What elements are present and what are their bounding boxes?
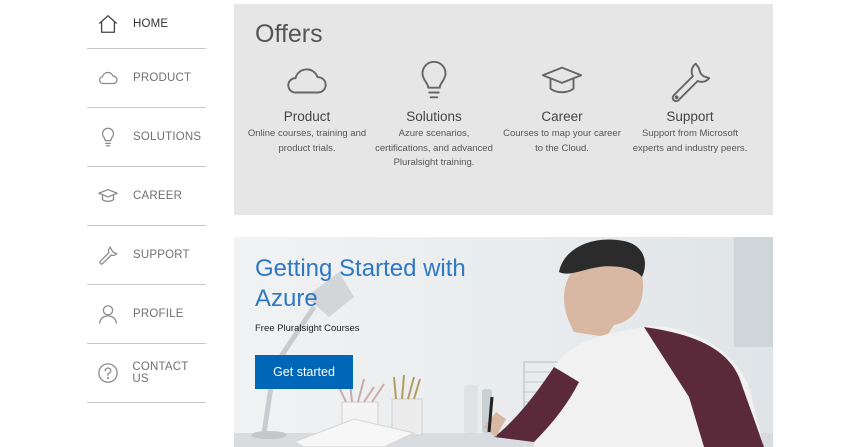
offer-name: Product xyxy=(283,109,331,124)
graduation-cap-icon xyxy=(96,184,120,208)
nav-item-label: PRODUCT xyxy=(133,72,192,84)
offers-title: Offers xyxy=(255,20,323,48)
nav-item-profile[interactable]: PROFILE xyxy=(87,285,206,344)
nav-item-solutions[interactable]: SOLUTIONS xyxy=(87,108,206,167)
nav-item-contact-us[interactable]: CONTACT US xyxy=(87,344,206,403)
offer-description: Azure scenarios, certifications, and adv… xyxy=(375,128,493,169)
home-icon xyxy=(96,12,120,36)
offer-name: Career xyxy=(541,109,583,124)
wrench-icon xyxy=(630,56,750,106)
cloud-icon xyxy=(96,66,120,90)
nav-item-label: HOME xyxy=(133,18,169,30)
offers-panel: Offers Product Online courses, training … xyxy=(234,4,773,215)
question-icon xyxy=(96,361,119,385)
offer-career[interactable]: Career Courses to map your career to the… xyxy=(502,56,622,156)
offer-support[interactable]: Support Support from Microsoft experts a… xyxy=(630,56,750,156)
nav-item-home[interactable]: HOME xyxy=(87,0,206,49)
nav-item-label: CONTACT US xyxy=(132,361,189,385)
offer-solutions[interactable]: Solutions Azure scenarios, certification… xyxy=(374,56,494,171)
hero-banner: Getting Started with Azure Free Pluralsi… xyxy=(234,237,773,447)
offer-description: Courses to map your career to the Cloud. xyxy=(503,128,621,154)
sidebar-nav: HOME PRODUCT SOLUTIONS CAREER SUPPORT PR… xyxy=(87,0,206,403)
nav-item-product[interactable]: PRODUCT xyxy=(87,49,206,108)
hero-title: Getting Started with Azure xyxy=(255,255,466,312)
nav-item-label: PROFILE xyxy=(133,308,184,320)
nav-item-label: SUPPORT xyxy=(133,249,190,261)
cloud-icon xyxy=(247,56,367,106)
offer-name: Solutions xyxy=(406,109,462,124)
nav-item-career[interactable]: CAREER xyxy=(87,167,206,226)
lightbulb-icon xyxy=(96,125,120,149)
offer-product[interactable]: Product Online courses, training and pro… xyxy=(247,56,367,156)
offer-description: Support from Microsoft experts and indus… xyxy=(632,128,748,154)
hero-subtitle: Free Pluralsight Courses xyxy=(255,323,360,334)
lightbulb-icon xyxy=(374,56,494,106)
offer-name: Support xyxy=(666,109,714,124)
get-started-button[interactable]: Get started xyxy=(255,355,353,389)
nav-item-support[interactable]: SUPPORT xyxy=(87,226,206,285)
nav-item-label: SOLUTIONS xyxy=(133,131,202,143)
wrench-icon xyxy=(96,243,120,267)
nav-item-label: CAREER xyxy=(133,190,183,202)
offer-description: Online courses, training and product tri… xyxy=(247,128,367,154)
person-icon xyxy=(96,302,120,326)
graduation-cap-icon xyxy=(502,56,622,106)
